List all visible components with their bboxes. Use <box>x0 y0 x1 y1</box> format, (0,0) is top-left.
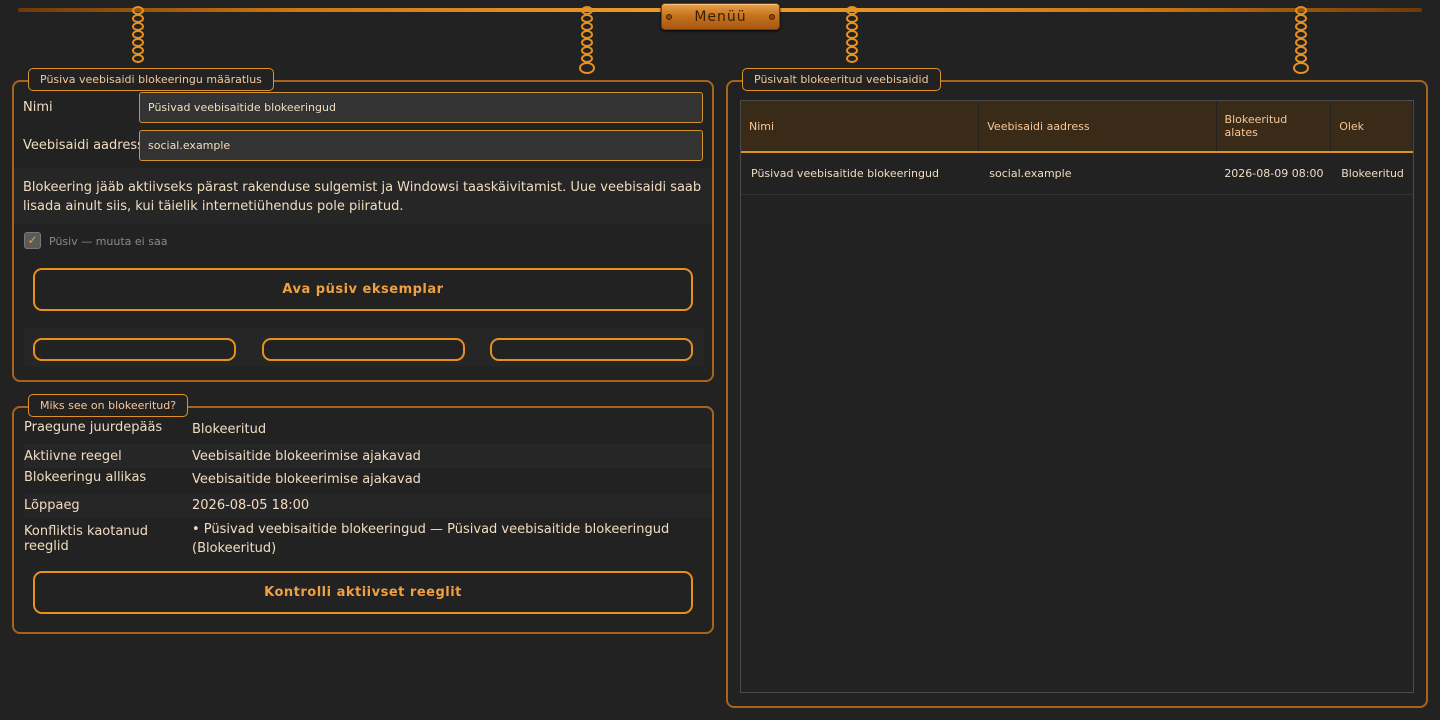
definition-panel: Püsiva veebisaidi blokeeringu määratlus … <box>12 68 714 382</box>
detail-row-source: Blokeeringu allikas Veebisaitide blokeer… <box>24 470 712 489</box>
blocked-sites-panel-title: Püsivalt blokeeritud veebisaidid <box>742 68 941 91</box>
rivet-icon <box>666 14 672 20</box>
reason-panel: Miks see on blokeeritud? Praegune juurde… <box>12 394 714 634</box>
name-input[interactable] <box>139 92 703 123</box>
cell-name: Püsivad veebisaitide blokeeringud <box>751 167 939 180</box>
cell-blocked-since: 2026-08-09 08:00 <box>1224 167 1324 180</box>
column-header-name[interactable]: Nimi <box>741 101 980 151</box>
address-label: Veebisaidi aadress <box>23 138 144 153</box>
open-permanent-instance-button[interactable]: Ava püsiv eksemplar <box>33 268 693 311</box>
detail-key: Blokeeringu allikas <box>24 470 147 485</box>
detail-row-active-rule: Aktiivne reegel Veebisaitide blokeerimis… <box>24 444 712 468</box>
chain-decoration <box>132 6 144 63</box>
chain-decoration <box>579 6 595 74</box>
reason-panel-title: Miks see on blokeeritud? <box>28 394 189 417</box>
menu-label: Menüü <box>694 8 747 25</box>
detail-row-conflicts: Konfliktis kaotanud reeglid • Püsivad ve… <box>24 519 712 559</box>
cell-address: social.example <box>989 167 1072 180</box>
detail-key: Aktiivne reegel <box>24 448 122 464</box>
chain-decoration <box>1293 6 1309 74</box>
name-label: Nimi <box>23 100 53 115</box>
blocked-sites-table: Nimi Veebisaidi aadress Blokeeritud alat… <box>740 100 1414 693</box>
permanent-checkbox-label: Püsiv — muuta ei saa <box>49 235 168 248</box>
column-header-address[interactable]: Veebisaidi aadress <box>979 101 1217 151</box>
cell-status: Blokeeritud <box>1341 167 1404 180</box>
address-input[interactable] <box>139 130 703 161</box>
menu-button[interactable]: Menüü <box>661 3 780 30</box>
detail-value: Veebisaitide blokeerimise ajakavad <box>192 472 421 487</box>
detail-value: Veebisaitide blokeerimise ajakavad <box>192 448 421 464</box>
detail-key: Konfliktis kaotanud reeglid <box>24 524 149 554</box>
detail-key: Praegune juurdepääs <box>24 420 163 435</box>
action-button-2[interactable] <box>262 338 465 361</box>
detail-value: Blokeeritud <box>192 422 267 437</box>
table-row[interactable]: Püsivad veebisaitide blokeeringud social… <box>741 153 1413 195</box>
detail-row-access: Praegune juurdepääs Blokeeritud <box>24 420 712 439</box>
detail-value: 2026-08-05 18:00 <box>192 497 310 513</box>
detail-value: • Püsivad veebisaitide blokeeringud — Pü… <box>192 522 670 556</box>
rivet-icon <box>769 14 775 20</box>
definition-panel-title: Püsiva veebisaidi blokeeringu määratlus <box>28 68 274 91</box>
action-button-1[interactable] <box>33 338 236 361</box>
column-header-status[interactable]: Olek <box>1331 101 1413 151</box>
detail-key: Lõppaeg <box>24 497 80 513</box>
chain-decoration <box>846 6 858 63</box>
info-text: Blokeering jääb aktiivseks pärast rakend… <box>14 168 712 224</box>
detail-row-end-time: Lõppaeg 2026-08-05 18:00 <box>24 493 712 517</box>
check-active-rule-button[interactable]: Kontrolli aktiivset reeglit <box>33 571 693 614</box>
permanent-checkbox[interactable]: ✓ <box>24 232 41 249</box>
checkmark-icon: ✓ <box>27 233 38 247</box>
action-button-3[interactable] <box>490 338 693 361</box>
table-header: Nimi Veebisaidi aadress Blokeeritud alat… <box>741 101 1413 153</box>
column-header-blocked-since[interactable]: Blokeeritud alates <box>1217 101 1332 151</box>
